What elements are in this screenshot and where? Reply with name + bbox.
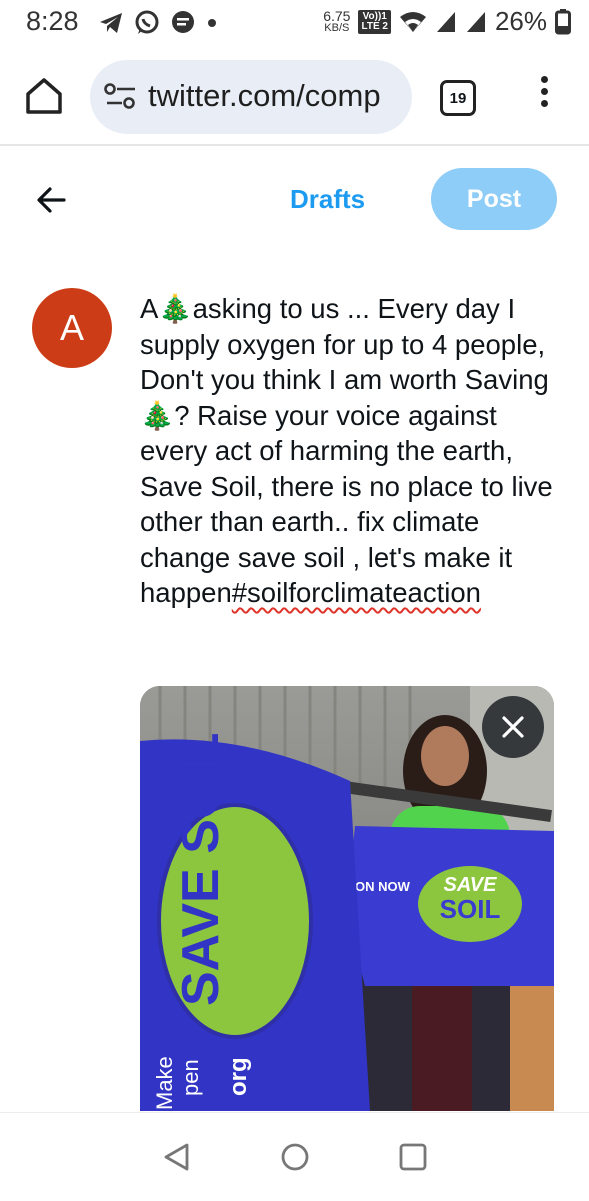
lte-badge: Vo))1 LTE 2 [358,9,391,34]
network-speed-value: 6.75 [323,8,351,24]
message-icon [172,11,194,33]
address-bar[interactable]: twitter.com/comp [90,60,412,134]
flag-right-line1: SAVE [444,874,498,896]
triangle-back-icon [164,1143,189,1171]
more-menu-icon[interactable] [536,76,552,116]
square-recents-icon [399,1143,427,1171]
tab-switcher-button[interactable]: 19 [440,80,476,116]
remove-media-button[interactable] [482,696,544,758]
nav-home-button[interactable] [280,1142,310,1177]
flag-left-footer: org [225,1057,252,1096]
post-button[interactable]: Post [431,168,557,230]
battery-icon [555,8,571,34]
flag-right-line2: SOIL [440,894,501,924]
signal-icon [466,11,485,32]
battery-percent: 26% [494,6,547,36]
browser-toolbar: twitter.com/comp 19 [0,52,589,146]
notification-icons [98,10,218,36]
hashtag: #soilforclimateaction [231,577,481,608]
whatsapp-icon [135,10,159,34]
telegram-icon [100,13,122,33]
signal-icon [436,11,455,32]
flag-left-text: SAVE SOIL [172,732,230,1006]
tweet-text-body: A🎄asking to us ... Every day I supply ox… [140,293,553,608]
flag-left-footer3: pen [178,1059,203,1096]
tweet-text-field[interactable]: A🎄asking to us ... Every day I supply ox… [140,291,560,611]
back-arrow-icon [37,187,66,213]
close-icon [502,716,524,738]
nav-recents-button[interactable] [398,1142,428,1177]
nav-back-button[interactable] [162,1142,192,1177]
drafts-link[interactable]: Drafts [290,184,365,215]
avatar[interactable]: A [32,288,112,368]
status-bar: 8:28 6.75 KB/S Vo))1 LTE 2 26% [0,0,589,46]
flag-left-footer2: Make [152,1056,177,1110]
network-speed: 6.75 KB/S [323,9,350,34]
url-text: twitter.com/comp [148,78,381,113]
system-nav-bar [0,1112,589,1201]
network-speed-unit: KB/S [324,22,350,34]
status-time: 8:28 [26,6,79,36]
home-icon [26,78,62,114]
site-settings-icon[interactable] [104,82,138,112]
lte-top: Vo))1 [362,10,387,22]
back-button[interactable] [32,184,72,216]
lte-bottom: LTE 2 [361,20,388,32]
dot-icon [208,19,216,27]
compose-header: Drafts Post [0,160,589,240]
home-button[interactable] [22,74,66,118]
circle-home-icon [281,1143,309,1171]
status-right: 6.75 KB/S Vo))1 LTE 2 26% [323,6,571,37]
wifi-icon [399,11,426,32]
flag-right-label: ON NOW [355,879,411,894]
